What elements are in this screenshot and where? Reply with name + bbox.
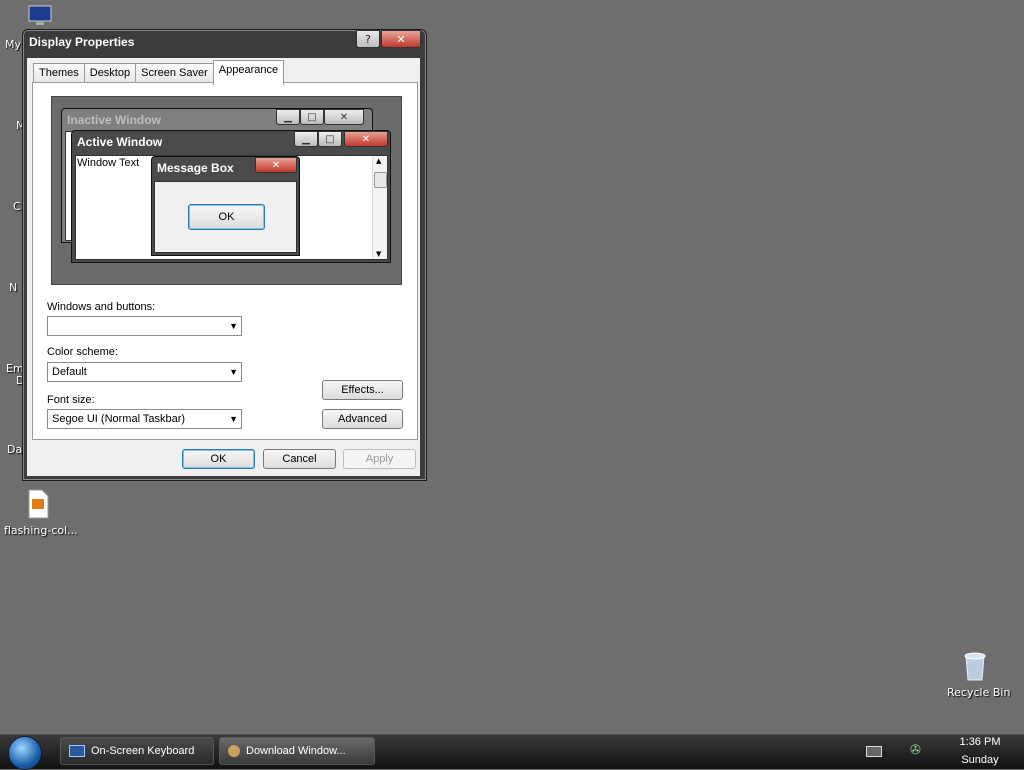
recycle-bin-icon[interactable] [961,650,989,682]
preview-message-body: OK [154,181,297,253]
taskbar: On-Screen Keyboard Download Window... ✇ … [0,734,1024,770]
preview-message-box: Message Box ✕ OK [151,156,300,256]
apply-button[interactable]: Apply [343,449,416,469]
scroll-down-icon: ▼ [376,250,382,258]
dialog-title: Display Properties [29,35,135,49]
ok-button[interactable]: OK [182,449,255,469]
keyboard-icon [69,745,85,757]
font-size-label: Font size: [47,394,95,406]
chevron-down-icon: ▼ [229,414,238,424]
chevron-down-icon: ▼ [229,321,238,331]
download-icon [228,745,240,757]
keyboard-tray-icon[interactable] [866,746,882,757]
desktop-label-3[interactable]: C [13,200,21,213]
font-size-combo[interactable]: Segoe UI (Normal Taskbar) ▼ [47,409,242,429]
taskbar-item-label: On-Screen Keyboard [91,745,195,757]
preview-scrollbar: ▲ ▼ [372,156,387,259]
recycle-bin-label[interactable]: Recycle Bin [947,686,1010,699]
color-scheme-combo[interactable]: Default ▼ [47,362,242,382]
preview-message-title: Message Box [157,161,234,175]
file-icon[interactable] [26,489,50,519]
appearance-preview: Inactive Window ▁ □ ✕ Active Window ▁ □ … [51,96,402,285]
scroll-thumb [374,172,387,188]
preview-active-close-icon: ✕ [344,131,388,147]
font-size-value: Segoe UI (Normal Taskbar) [52,413,186,425]
color-scheme-label: Color scheme: [47,346,118,358]
preview-message-close-icon: ✕ [255,157,297,173]
appearance-panel: Inactive Window ▁ □ ✕ Active Window ▁ □ … [32,82,418,440]
chevron-down-icon: ▼ [229,367,238,377]
taskbar-item-download[interactable]: Download Window... [219,737,375,765]
cancel-button[interactable]: Cancel [263,449,336,469]
tab-appearance[interactable]: Appearance [212,60,285,85]
effects-button[interactable]: Effects... [322,380,403,400]
preview-active-title: Active Window [77,135,163,149]
my-computer-icon[interactable] [26,4,54,28]
clock-day[interactable]: Sunday [955,754,1005,766]
preview-active-min-icon: ▁ [294,131,318,147]
preview-inactive-title: Inactive Window [67,113,161,127]
dialog-client: Themes Desktop Screen Saver Appearance I… [27,58,420,476]
desktop-label-1[interactable]: My [5,38,21,51]
desktop-label-4[interactable]: N [9,281,17,294]
display-properties-dialog[interactable]: Display Properties ? ✕ Themes Desktop Sc… [22,29,427,481]
network-icon[interactable]: ✇ [910,743,921,758]
tab-strip: Themes Desktop Screen Saver Appearance [33,60,285,85]
advanced-button[interactable]: Advanced [322,409,403,429]
preview-inactive-min-icon: ▁ [276,109,300,125]
close-button[interactable]: ✕ [381,30,421,48]
color-scheme-value: Default [52,366,87,378]
clock-time[interactable]: 1:36 PM [955,736,1005,748]
preview-ok-button: OK [188,204,265,230]
preview-inactive-max-icon: □ [300,109,324,125]
windows-buttons-label: Windows and buttons: [47,301,156,313]
preview-window-text: Window Text [77,157,140,169]
preview-active-max-icon: □ [318,131,342,147]
scroll-up-icon: ▲ [376,157,382,165]
windows-buttons-combo[interactable]: ▼ [47,316,242,336]
taskbar-item-label: Download Window... [246,745,346,757]
desktop-label-6[interactable]: Da [7,443,22,456]
file-icon-label[interactable]: flashing-col... [4,524,78,537]
help-button[interactable]: ? [356,30,380,48]
preview-inactive-close-icon: ✕ [324,109,364,125]
start-button[interactable] [8,736,42,770]
taskbar-item-on-screen-keyboard[interactable]: On-Screen Keyboard [60,737,214,765]
